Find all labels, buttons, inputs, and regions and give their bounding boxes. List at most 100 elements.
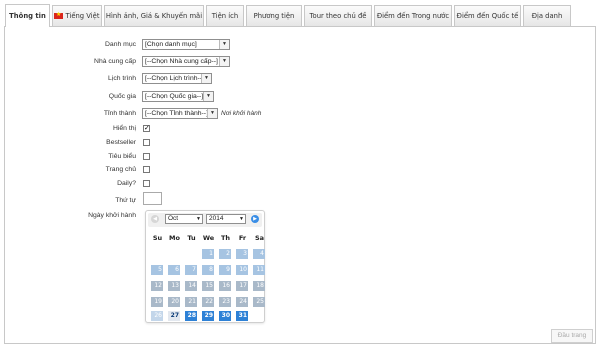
daily-label: Daily? [117,180,136,187]
supplier-label: Nhà cung cấp [94,58,136,65]
category-select-value: [Chọn danh mục] [145,41,197,48]
weekday-header: Th [220,234,231,242]
country-select-value: [--Chọn Quốc gia--] [145,93,204,100]
tab-vietnamese[interactable]: Tiếng Việt [52,5,102,26]
province-note: Nơi khởi hành [221,110,262,117]
weekday-header: Mo [169,234,180,242]
country-label: Quốc gia [108,93,136,100]
tab-transport-label: Phương tiện [253,12,295,20]
daily-checkbox[interactable] [143,180,150,187]
calendar-day[interactable]: 26 [151,311,163,321]
calendar-day[interactable]: 28 [185,311,197,321]
itinerary-select-value: [--Chọn Lịch trình--] [145,75,204,82]
bestseller-checkbox[interactable] [143,139,150,146]
tab-tour-theme-label: Tour theo chủ đề [309,12,367,20]
prev-month-icon[interactable]: ◀ [151,215,159,223]
chevron-down-icon: ▼ [219,57,229,66]
weekday-header: Su [152,234,163,242]
supplier-select[interactable]: [--Chọn Nhà cung cấp--] ▼ [142,56,230,67]
calendar-day[interactable]: 13 [168,281,180,291]
show-checkbox[interactable]: ✓ [143,125,150,132]
category-select[interactable]: [Chọn danh mục] ▼ [142,39,230,50]
month-select[interactable]: Oct ▼ [165,214,203,224]
calendar-day[interactable]: 27 [168,311,180,321]
year-select-value: 2014 [209,215,224,222]
tab-transport[interactable]: Phương tiện [246,5,302,26]
calendar-day[interactable]: 17 [236,281,248,291]
order-input[interactable] [143,192,162,205]
calendar-day[interactable]: 4 [253,249,265,259]
calendar-day[interactable]: 20 [168,297,180,307]
tab-international-destinations-label: Điểm đến Quốc tế [456,12,519,20]
tab-domestic-destinations[interactable]: Điểm đến Trong nước [374,5,452,26]
country-select[interactable]: [--Chọn Quốc gia--] ▼ [142,91,214,102]
tab-domestic-destinations-label: Điểm đến Trong nước [376,12,450,20]
chevron-down-icon: ▼ [201,74,211,83]
calendar-day[interactable]: 15 [202,281,214,291]
calendar-day[interactable]: 19 [151,297,163,307]
supplier-select-value: [--Chọn Nhà cung cấp--] [145,58,218,65]
calendar-day[interactable]: 3 [236,249,248,259]
calendar-day[interactable]: 23 [219,297,231,307]
tab-amenities-label: Tiện ích [211,12,239,20]
province-select-value: [--Chọn Tỉnh thành--] [145,110,208,117]
checkmark-icon: ✓ [144,124,150,132]
order-label: Thứ tự [115,197,136,204]
chevron-down-icon: ▼ [203,92,213,101]
calendar-day[interactable]: 7 [185,265,197,275]
calendar-day[interactable]: 29 [202,311,214,321]
vietnam-flag-icon [54,11,64,19]
tab-info[interactable]: Thông tin [5,4,50,27]
calendar-day[interactable]: 9 [219,265,231,275]
tab-vietnamese-label: Tiếng Việt [65,12,100,20]
tab-images-prices[interactable]: Hình ảnh, Giá & Khuyến mãi [104,5,204,26]
chevron-down-icon: ▼ [239,216,244,222]
calendar-day[interactable]: 1 [202,249,214,259]
start-date-label: Ngày khởi hành [88,212,136,219]
calendar-day[interactable]: 31 [236,311,248,321]
calendar-day[interactable]: 8 [202,265,214,275]
calendar-day[interactable]: 5 [151,265,163,275]
next-month-icon[interactable]: ▶ [251,215,259,223]
tab-bar: Thông tin Tiếng Việt Hình ảnh, Giá & Khu… [0,0,600,28]
date-picker: ◀ Oct ▼ 2014 ▼ ▶ Su Mo Tu We Th Fr Sa 1 2 3 4 5 6 7 8 9 10… [145,210,265,323]
tab-images-prices-label: Hình ảnh, Giá & Khuyến mãi [105,12,203,20]
tab-international-destinations[interactable]: Điểm đến Quốc tế [454,5,521,26]
itinerary-label: Lịch trình [108,75,136,82]
calendar-day[interactable]: 30 [219,311,231,321]
tab-landmarks[interactable]: Địa danh [523,5,571,26]
calendar-day[interactable]: 25 [253,297,265,307]
tab-landmarks-label: Địa danh [531,12,563,20]
itinerary-select[interactable]: [--Chọn Lịch trình--] ▼ [142,73,212,84]
homepage-checkbox[interactable] [143,166,150,173]
featured-checkbox[interactable] [143,153,150,160]
chevron-down-icon: ▼ [196,216,201,222]
homepage-label: Trang chủ [105,166,136,173]
back-to-top-button[interactable]: Đầu trang [551,329,593,343]
province-select[interactable]: [--Chọn Tỉnh thành--] ▼ [142,108,218,119]
calendar-day[interactable]: 11 [253,265,265,275]
year-select[interactable]: 2014 ▼ [206,214,246,224]
weekday-header: Tu [187,234,196,242]
calendar-day[interactable]: 18 [253,281,265,291]
tab-tour-theme[interactable]: Tour theo chủ đề [304,5,372,26]
calendar-day[interactable]: 10 [236,265,248,275]
weekday-header: Sa [254,234,265,242]
calendar-day[interactable]: 16 [219,281,231,291]
calendar-day[interactable]: 2 [219,249,231,259]
bestseller-label: Bestseller [106,139,136,146]
calendar-day[interactable]: 21 [185,297,197,307]
category-label: Danh mục [105,41,136,48]
tab-amenities[interactable]: Tiện ích [206,5,244,26]
calendar-day[interactable]: 22 [202,297,214,307]
calendar-day[interactable]: 12 [151,281,163,291]
calendar-day[interactable]: 14 [185,281,197,291]
show-label: Hiển thị [112,125,136,132]
tab-info-label: Thông tin [9,12,46,20]
weekday-header: Fr [238,234,247,242]
calendar-day[interactable]: 24 [236,297,248,307]
calendar-day[interactable]: 6 [168,265,180,275]
chevron-down-icon: ▼ [207,109,217,118]
month-select-value: Oct [168,215,179,222]
featured-label: Tiêu biểu [108,153,136,160]
